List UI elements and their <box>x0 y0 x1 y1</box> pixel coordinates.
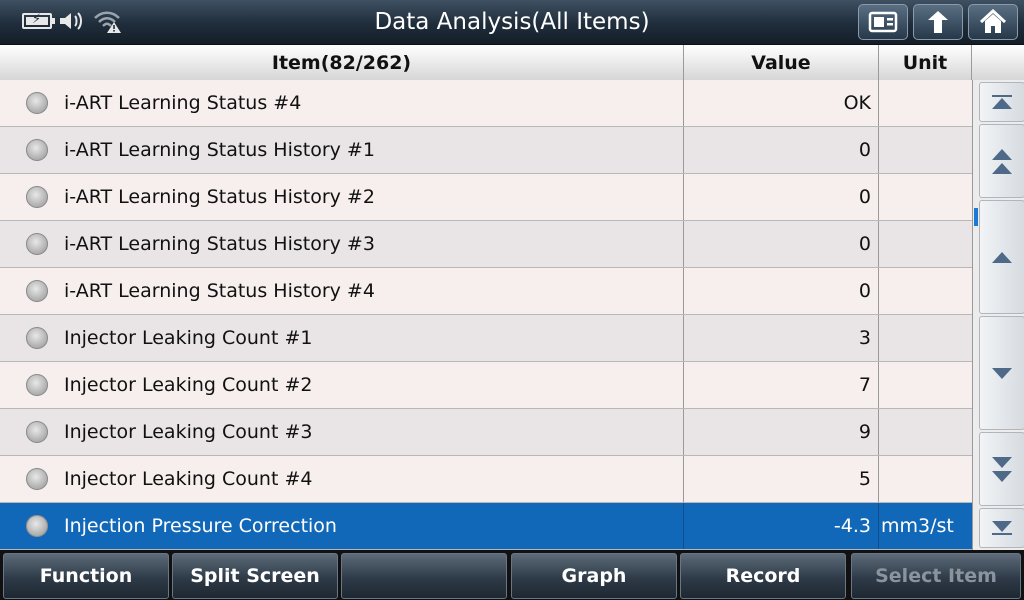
column-header-value: Value <box>684 45 879 80</box>
item-value: 0 <box>684 221 879 267</box>
item-name: i-ART Learning Status History #2 <box>64 186 375 208</box>
item-value: 0 <box>684 268 879 314</box>
item-value: 5 <box>684 456 879 502</box>
item-value: 7 <box>684 362 879 408</box>
blank-button[interactable] <box>341 553 507 599</box>
item-name: Injector Leaking Count #2 <box>64 374 313 396</box>
item-unit <box>879 268 972 314</box>
split-screen-button[interactable]: Split Screen <box>172 553 338 599</box>
item-name: i-ART Learning Status #4 <box>64 92 302 114</box>
chevron-down-icon <box>992 367 1012 379</box>
radio-button[interactable] <box>26 92 48 114</box>
graph-button[interactable]: Graph <box>511 553 677 599</box>
item-name: i-ART Learning Status History #1 <box>64 139 375 161</box>
record-button[interactable]: Record <box>680 553 846 599</box>
radio-button[interactable] <box>26 327 48 349</box>
item-value: 3 <box>684 315 879 361</box>
table-row[interactable]: Injector Leaking Count #4 5 <box>0 456 972 503</box>
radio-button[interactable] <box>26 421 48 443</box>
item-name: i-ART Learning Status History #3 <box>64 233 375 255</box>
scroll-panel <box>972 80 1024 550</box>
bottom-toolbar: Function Split Screen Graph Record Selec… <box>0 550 1024 600</box>
item-name: Injector Leaking Count #3 <box>64 421 313 443</box>
table-header: Item(82/262) Value Unit <box>0 45 1024 80</box>
item-unit <box>879 409 972 455</box>
radio-button[interactable] <box>26 468 48 490</box>
scroll-bottom-icon <box>992 521 1012 532</box>
radio-button[interactable] <box>26 515 48 537</box>
scroll-down-button[interactable] <box>979 316 1024 430</box>
item-unit <box>879 127 972 173</box>
title-bar: ⚡ Data Analysis(All Items) <box>0 0 1024 45</box>
item-value: 0 <box>684 127 879 173</box>
item-name: Injector Leaking Count #1 <box>64 327 313 349</box>
radio-button[interactable] <box>26 186 48 208</box>
table-row[interactable]: i-ART Learning Status History #1 0 <box>0 127 972 174</box>
page-up-button[interactable] <box>979 124 1024 198</box>
back-button[interactable] <box>913 4 963 40</box>
item-name: Injection Pressure Correction <box>64 515 337 537</box>
radio-button[interactable] <box>26 139 48 161</box>
item-unit <box>879 221 972 267</box>
radio-button[interactable] <box>26 233 48 255</box>
double-chevron-down-icon <box>992 456 1012 468</box>
scroll-top-button[interactable] <box>979 82 1024 122</box>
table-row[interactable]: i-ART Learning Status History #2 0 <box>0 174 972 221</box>
item-value: 0 <box>684 174 879 220</box>
select-item-button[interactable]: Select Item <box>851 553 1021 599</box>
home-button[interactable] <box>968 4 1018 40</box>
scroll-position-indicator[interactable] <box>974 208 978 226</box>
item-unit <box>879 362 972 408</box>
table-row[interactable]: i-ART Learning Status History #3 0 <box>0 221 972 268</box>
screenshot-button[interactable] <box>858 4 908 40</box>
column-header-unit: Unit <box>879 45 972 80</box>
table-row-selected[interactable]: Injection Pressure Correction -4.3 mm3/s… <box>0 503 972 550</box>
radio-button[interactable] <box>26 374 48 396</box>
back-icon <box>928 11 948 33</box>
item-value: OK <box>684 80 879 126</box>
item-unit <box>879 456 972 502</box>
item-unit <box>879 80 972 126</box>
screenshot-icon <box>868 11 898 33</box>
item-unit <box>879 315 972 361</box>
home-icon <box>979 9 1007 33</box>
item-name: Injector Leaking Count #4 <box>64 468 313 490</box>
scroll-top-icon <box>992 95 1012 97</box>
item-unit: mm3/st <box>881 515 954 537</box>
chevron-up-icon <box>992 251 1012 263</box>
function-button[interactable]: Function <box>3 553 169 599</box>
table-row[interactable]: i-ART Learning Status History #4 0 <box>0 268 972 315</box>
table-row[interactable]: Injector Leaking Count #2 7 <box>0 362 972 409</box>
table-row[interactable]: i-ART Learning Status #4 OK <box>0 80 972 127</box>
item-value: 9 <box>684 409 879 455</box>
double-chevron-up-icon <box>992 148 1012 160</box>
table-row[interactable]: Injector Leaking Count #3 9 <box>0 409 972 456</box>
scroll-bottom-button[interactable] <box>979 508 1024 548</box>
radio-button[interactable] <box>26 280 48 302</box>
item-name: i-ART Learning Status History #4 <box>64 280 375 302</box>
scroll-up-button[interactable] <box>979 200 1024 314</box>
page-down-button[interactable] <box>979 432 1024 506</box>
column-header-item[interactable]: Item(82/262) <box>0 45 684 80</box>
data-table: i-ART Learning Status #4 OK i-ART Learni… <box>0 80 972 550</box>
item-unit <box>879 174 972 220</box>
table-row[interactable]: Injector Leaking Count #1 3 <box>0 315 972 362</box>
item-value: -4.3 <box>684 503 879 549</box>
